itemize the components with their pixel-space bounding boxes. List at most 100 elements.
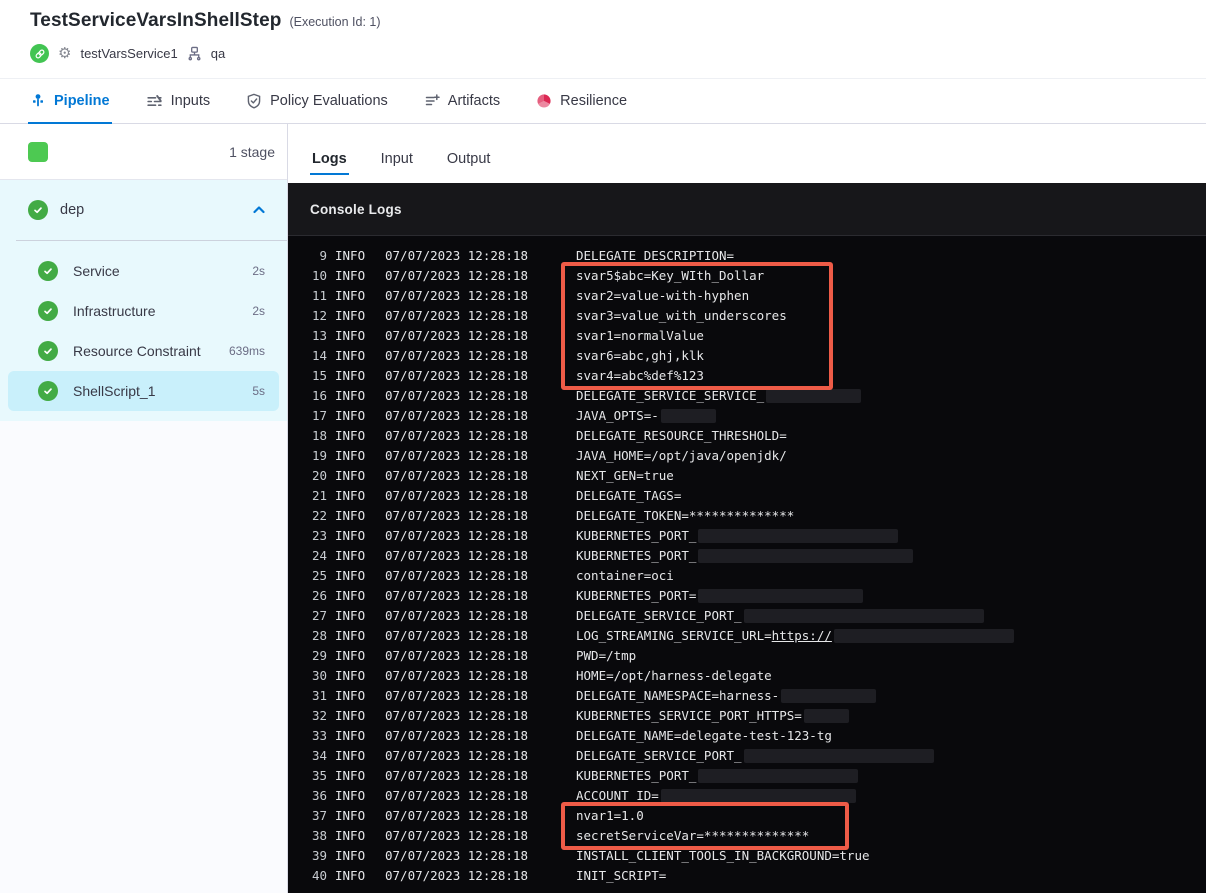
log-level: INFO	[335, 408, 366, 423]
log-tab-logs[interactable]: Logs	[310, 151, 349, 183]
success-check-icon	[38, 261, 58, 281]
log-timestamp: 07/07/2023 12:28:18	[385, 508, 528, 523]
log-line-number: 12	[311, 308, 327, 323]
log-text: INIT_SCRIPT=	[576, 868, 667, 883]
log-line-number: 17	[311, 408, 327, 423]
pipeline-execution-page: TestServiceVarsInShellStep (Execution Id…	[0, 0, 1206, 893]
step-duration: 5s	[252, 384, 265, 398]
tab-resilience[interactable]: Resilience	[536, 79, 627, 123]
stage-group-dep[interactable]: dep	[0, 180, 287, 240]
tab-policy-evaluations[interactable]: Policy Evaluations	[246, 79, 388, 123]
step-infrastructure[interactable]: Infrastructure 2s	[8, 291, 279, 331]
log-link[interactable]: https://	[772, 626, 832, 646]
log-text: svar3=value_with_underscores	[576, 308, 787, 323]
log-message: INSTALL_CLIENT_TOOLS_IN_BACKGROUND=true	[576, 846, 870, 866]
log-message: INIT_SCRIPT=	[576, 866, 666, 886]
log-message: KUBERNETES_PORT=	[576, 586, 864, 606]
log-level: INFO	[335, 428, 366, 443]
log-level: INFO	[335, 608, 366, 623]
step-duration: 2s	[252, 264, 265, 278]
log-message: DELEGATE_SERVICE_SERVICE_	[576, 386, 862, 406]
log-text: container=oci	[576, 568, 674, 583]
log-timestamp: 07/07/2023 12:28:18	[385, 768, 528, 783]
redacted-value	[781, 689, 877, 703]
log-timestamp: 07/07/2023 12:28:18	[385, 288, 528, 303]
step-shellscript-1[interactable]: ShellScript_1 5s	[8, 371, 279, 411]
success-check-icon	[28, 200, 48, 220]
log-message: DELEGATE_TOKEN=**************	[576, 506, 794, 526]
log-message: svar5$abc=Key_WIth_Dollar	[576, 266, 764, 286]
redacted-value	[698, 589, 864, 603]
log-line: 21 INFO 07/07/2023 12:28:18 DELEGATE_TAGS=	[288, 486, 1206, 506]
log-level: INFO	[335, 808, 366, 823]
execution-id-label: (Execution Id: 1)	[289, 15, 381, 29]
log-level: INFO	[335, 508, 366, 523]
log-timestamp: 07/07/2023 12:28:18	[385, 568, 528, 583]
log-level: INFO	[335, 768, 366, 783]
log-line: 16 INFO 07/07/2023 12:28:18 DELEGATE_SERVIC…	[288, 386, 1206, 406]
log-timestamp: 07/07/2023 12:28:18	[385, 528, 528, 543]
stage-count-label: 1 stage	[229, 143, 275, 160]
log-text: DELEGATE_SERVICE_PORT_	[576, 748, 742, 763]
log-timestamp: 07/07/2023 12:28:18	[385, 388, 528, 403]
tab-label: Pipeline	[54, 93, 110, 109]
log-level: INFO	[335, 348, 366, 363]
log-line-number: 20	[311, 468, 327, 483]
log-text: DELEGATE_SERVICE_PORT_	[576, 608, 742, 623]
step-resource-constraint[interactable]: Resource Constraint 639ms	[8, 331, 279, 371]
step-name: Resource Constraint	[73, 343, 201, 359]
environment-icon	[187, 46, 202, 61]
tab-inputs[interactable]: Inputs	[146, 79, 210, 123]
chevron-up-icon[interactable]	[251, 202, 267, 218]
log-timestamp: 07/07/2023 12:28:18	[385, 848, 528, 863]
log-timestamp: 07/07/2023 12:28:18	[385, 268, 528, 283]
log-line-number: 30	[311, 668, 327, 683]
log-text: DELEGATE_NAME=delegate-test-123-tg	[576, 728, 832, 743]
log-line-number: 23	[311, 528, 327, 543]
console-body[interactable]: 9 INFO 07/07/2023 12:28:18 DELEGATE_DESCRIP…	[288, 236, 1206, 893]
log-line: 34 INFO 07/07/2023 12:28:18 DELEGATE_SERVIC…	[288, 746, 1206, 766]
log-line-number: 31	[311, 688, 327, 703]
log-level: INFO	[335, 288, 366, 303]
log-line: 28 INFO 07/07/2023 12:28:18 LOG_STREAMING_S…	[288, 626, 1206, 646]
log-timestamp: 07/07/2023 12:28:18	[385, 708, 528, 723]
log-timestamp: 07/07/2023 12:28:18	[385, 588, 528, 603]
log-line: 29 INFO 07/07/2023 12:28:18 PWD=/tmp	[288, 646, 1206, 666]
log-line: 33 INFO 07/07/2023 12:28:18 DELEGATE_NAME=d…	[288, 726, 1206, 746]
tab-label: Policy Evaluations	[270, 93, 388, 109]
log-line: 38 INFO 07/07/2023 12:28:18 secretServiceVa…	[288, 826, 1206, 846]
log-line-number: 22	[311, 508, 327, 523]
log-timestamp: 07/07/2023 12:28:18	[385, 448, 528, 463]
log-text: DELEGATE_SERVICE_SERVICE_	[576, 388, 765, 403]
log-timestamp: 07/07/2023 12:28:18	[385, 608, 528, 623]
service-name[interactable]: testVarsService1	[80, 46, 177, 61]
log-line: 25 INFO 07/07/2023 12:28:18 container=oci	[288, 566, 1206, 586]
log-line-number: 13	[311, 328, 327, 343]
log-text: KUBERNETES_SERVICE_PORT_HTTPS=	[576, 708, 802, 723]
tab-pipeline[interactable]: Pipeline	[28, 79, 112, 124]
success-check-icon	[38, 341, 58, 361]
log-text: NEXT_GEN=true	[576, 468, 674, 483]
inputs-icon	[146, 93, 163, 110]
log-level: INFO	[335, 308, 366, 323]
environment-name[interactable]: qa	[211, 46, 225, 61]
log-level: INFO	[335, 548, 366, 563]
log-timestamp: 07/07/2023 12:28:18	[385, 828, 528, 843]
step-service[interactable]: Service 2s	[8, 251, 279, 291]
log-line: 18 INFO 07/07/2023 12:28:18 DELEGATE_RESOUR…	[288, 426, 1206, 446]
log-line-number: 19	[311, 448, 327, 463]
log-level: INFO	[335, 568, 366, 583]
log-message: DELEGATE_SERVICE_PORT_	[576, 746, 934, 766]
log-level: INFO	[335, 748, 366, 763]
log-timestamp: 07/07/2023 12:28:18	[385, 428, 528, 443]
log-line: 26 INFO 07/07/2023 12:28:18 KUBERNETES_PORT…	[288, 586, 1206, 606]
log-text: JAVA_HOME=/opt/java/openjdk/	[576, 448, 787, 463]
log-message: ACCOUNT_ID=	[576, 786, 856, 806]
log-tab-input[interactable]: Input	[379, 151, 415, 183]
console-title: Console Logs	[310, 201, 402, 217]
tab-artifacts[interactable]: Artifacts	[424, 79, 500, 123]
log-tab-output[interactable]: Output	[445, 151, 493, 183]
log-line: 35 INFO 07/07/2023 12:28:18 KUBERNETES_PORT…	[288, 766, 1206, 786]
stage-status-square-icon[interactable]	[28, 141, 48, 162]
log-level: INFO	[335, 668, 366, 683]
